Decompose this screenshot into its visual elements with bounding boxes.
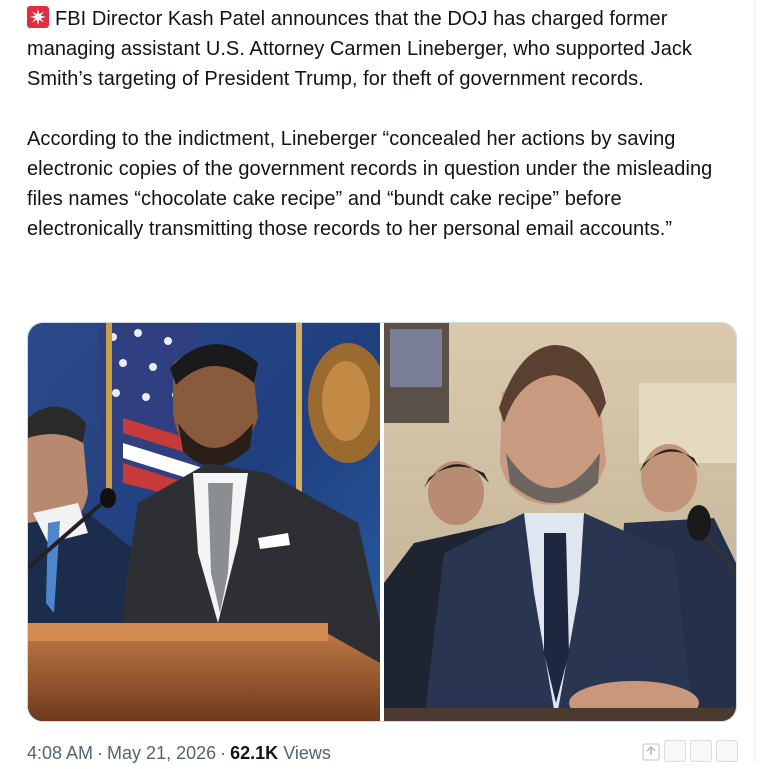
share-icon[interactable] [638, 740, 664, 764]
photo-kash-patel-image [28, 323, 380, 721]
rotating-light-icon [27, 6, 49, 28]
tweet-paragraph-1: FBI Director Kash Patel announces that t… [27, 4, 742, 94]
tweet-meta: 4:08 AM · May 21, 2026 · 62.1K Views [27, 741, 331, 765]
tweet-paragraph-2: According to the indictment, Lineberger … [27, 128, 713, 240]
views-count: 62.1K [230, 743, 279, 763]
tweet-date[interactable]: May 21, 2026 [107, 743, 216, 763]
tweet-text: FBI Director Kash Patel announces that t… [27, 4, 742, 244]
photo-jack-smith[interactable] [384, 323, 736, 721]
photo-kash-patel[interactable] [28, 323, 380, 721]
bottom-controls [664, 740, 754, 764]
control-box-icon[interactable] [690, 740, 712, 762]
photo-jack-smith-image [384, 323, 736, 721]
tweet-time[interactable]: 4:08 AM [27, 743, 93, 763]
separator-dot: · [97, 743, 104, 763]
separator-dot: · [220, 743, 227, 763]
control-box-icon[interactable] [664, 740, 686, 762]
paragraph-1-text: FBI Director Kash Patel announces that t… [27, 8, 692, 90]
media-grid[interactable] [27, 322, 737, 722]
tweet-detail: FBI Director Kash Patel announces that t… [0, 0, 755, 764]
views-label: Views [283, 743, 331, 763]
control-box-icon[interactable] [716, 740, 738, 762]
